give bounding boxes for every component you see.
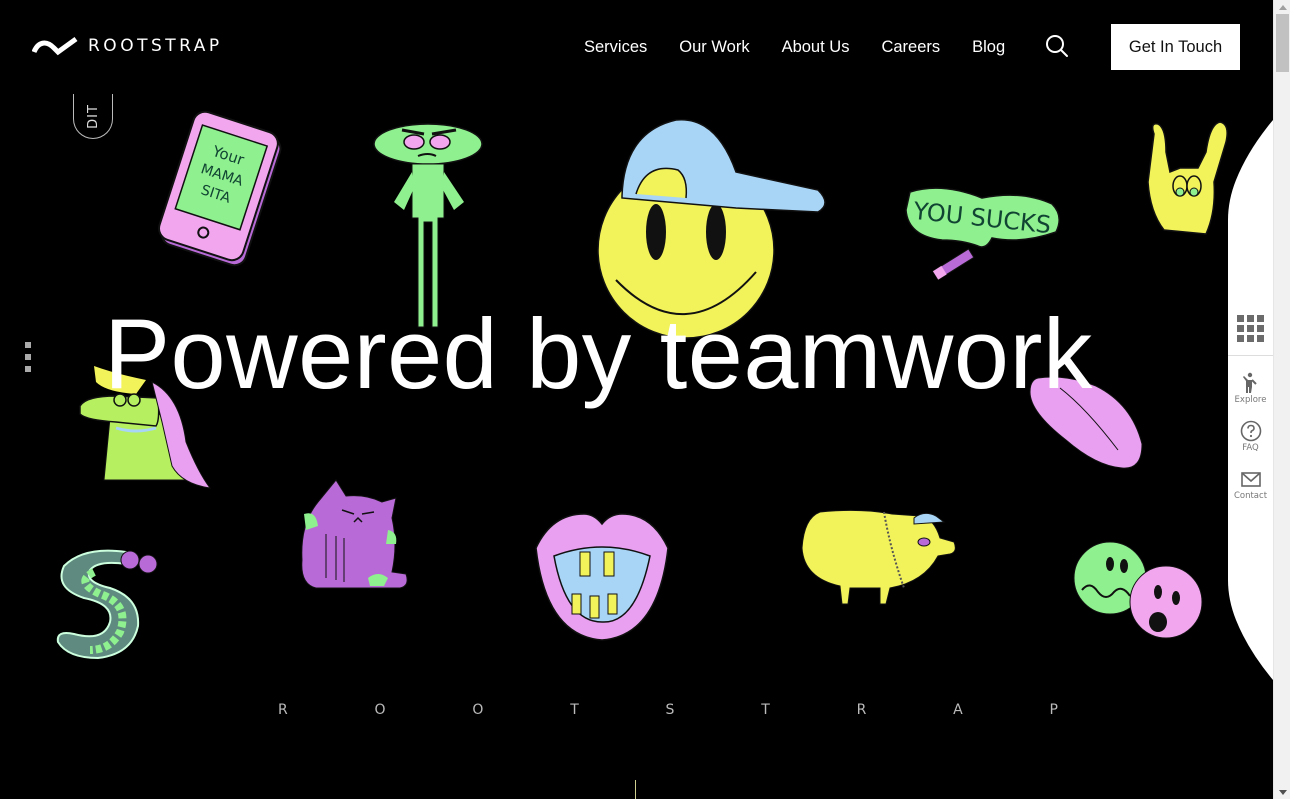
dot (25, 366, 31, 372)
wordmark-letter: A (953, 702, 963, 718)
edit-tab[interactable]: DIT (73, 94, 113, 139)
purple-cat-sticker (296, 474, 410, 592)
slide-menu-dots-icon[interactable] (25, 342, 32, 372)
nav-services[interactable]: Services (584, 36, 647, 58)
side-item-contact[interactable]: Contact (1228, 468, 1273, 501)
wordmark-letter: R (278, 702, 288, 718)
wordmark-letter: T (761, 702, 770, 718)
wordmark-letter: R (856, 702, 867, 718)
wordmark-letter: P (1049, 702, 1058, 718)
edit-tab-label: DIT (85, 103, 101, 129)
two-faces-sticker (1072, 540, 1204, 642)
logo-link[interactable]: ROOTSTRAP (32, 36, 223, 56)
side-item-label: Contact (1233, 491, 1268, 501)
person-waving-icon (1242, 372, 1257, 393)
side-item-label: FAQ (1242, 443, 1259, 453)
page: ROOTSTRAP Services Our Work About Us Car… (0, 0, 1273, 799)
lips-sticker (532, 508, 672, 642)
nav-careers[interactable]: Careers (881, 36, 940, 58)
get-in-touch-button[interactable]: Get In Touch (1111, 24, 1240, 70)
spaced-wordmark: R O O T S T R A P (278, 702, 1058, 718)
you-sucks-bubble-sticker: YOU SUCKS (902, 180, 1064, 281)
side-item-faq[interactable]: FAQ (1228, 420, 1273, 453)
phone-sticker: Your MAMA SITA (155, 110, 287, 270)
logo-text: ROOTSTRAP (88, 36, 223, 56)
side-item-label: Explore (1234, 395, 1267, 405)
scroll-down-arrow-icon[interactable] (1274, 785, 1290, 799)
scroll-up-arrow-icon[interactable] (1274, 0, 1290, 14)
wordmark-letter: T (570, 702, 579, 718)
dot (25, 342, 31, 348)
scrollbar-thumb[interactable] (1276, 14, 1289, 72)
nav-our-work[interactable]: Our Work (679, 36, 749, 58)
wordmark-letter: O (472, 702, 484, 718)
main-nav: Services Our Work About Us Careers Blog (584, 36, 1037, 58)
wordmark-letter: O (374, 702, 386, 718)
side-help-widget: Explore FAQ Contact (1228, 120, 1273, 680)
hero-title: Powered by teamwork (104, 298, 1093, 409)
nav-blog[interactable]: Blog (972, 36, 1005, 58)
side-widget-divider (1228, 355, 1273, 356)
nav-about-us[interactable]: About Us (782, 36, 850, 58)
search-button[interactable] (1045, 34, 1069, 58)
scroll-indicator-line (635, 780, 636, 799)
site-header: ROOTSTRAP Services Our Work About Us Car… (0, 0, 1273, 94)
question-circle-icon (1240, 420, 1261, 442)
search-icon (1046, 35, 1068, 57)
page-scrollbar[interactable] (1273, 0, 1290, 799)
rock-hand-sticker (1140, 112, 1232, 240)
wordmark-letter: S (665, 702, 675, 718)
dot (25, 354, 31, 360)
snake-sticker (54, 542, 168, 662)
side-item-explore[interactable]: Explore (1228, 372, 1273, 405)
rootstrap-logo-icon (32, 36, 78, 56)
apps-grid-icon[interactable] (1237, 315, 1264, 342)
pig-sticker (800, 508, 958, 605)
envelope-icon (1240, 472, 1261, 487)
